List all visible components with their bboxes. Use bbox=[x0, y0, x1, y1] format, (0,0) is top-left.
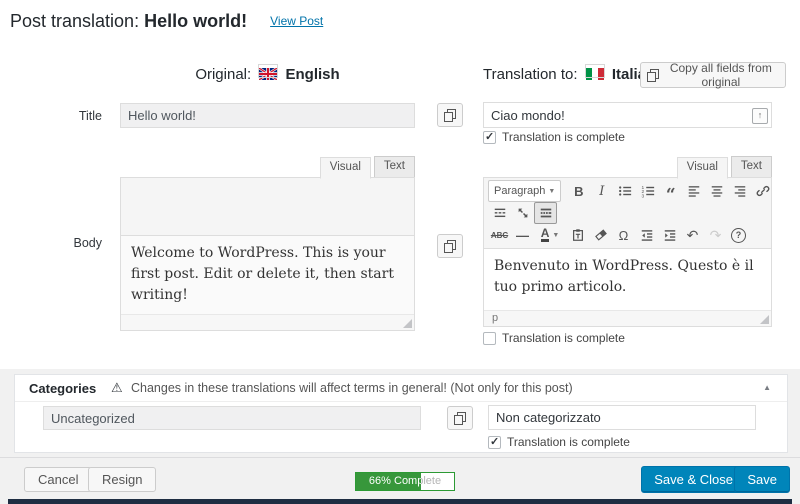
body-original-content: Welcome to WordPress. This is your first… bbox=[121, 236, 414, 314]
categories-complete-label: Translation is complete bbox=[507, 435, 630, 449]
original-language: English bbox=[285, 66, 340, 83]
post-title: Hello world! bbox=[144, 11, 248, 31]
chevron-down-icon: ▼ bbox=[548, 187, 556, 195]
categories-original-input bbox=[43, 406, 421, 430]
indent-icon[interactable] bbox=[658, 224, 681, 246]
tab-visual[interactable]: Visual bbox=[676, 157, 728, 179]
copy-icon bbox=[444, 109, 456, 122]
categories-warning-text: Changes in these translations will affec… bbox=[131, 381, 573, 395]
categories-complete-row[interactable]: Translation is complete bbox=[488, 435, 630, 449]
body-translation-editor: Paragraph ▼ B I 123 “ ABC — A ▼ Ω ↶ ↷ ? … bbox=[483, 177, 772, 327]
save-button[interactable]: Save bbox=[734, 466, 790, 493]
link-icon[interactable] bbox=[751, 180, 774, 202]
copy-icon bbox=[454, 412, 466, 425]
body-translation-content[interactable]: Benvenuto in WordPress. Questo è il tuo … bbox=[484, 249, 771, 310]
read-more-tag-icon[interactable] bbox=[488, 202, 511, 224]
translation-column-heading: Translation to: Italian bbox=[483, 64, 655, 86]
view-post-link[interactable]: View Post bbox=[270, 14, 323, 28]
body-copy-field-button[interactable] bbox=[437, 234, 463, 258]
align-center-icon[interactable] bbox=[705, 180, 728, 202]
fullscreen-icon[interactable] bbox=[511, 202, 534, 224]
original-editor-toolbar bbox=[121, 178, 414, 236]
tab-text[interactable]: Text bbox=[730, 156, 772, 178]
redo-icon[interactable]: ↷ bbox=[704, 224, 727, 246]
body-complete-row[interactable]: Translation is complete bbox=[483, 331, 625, 345]
original-editor-tabs: Visual Text bbox=[120, 156, 415, 179]
input-extension-icon[interactable]: ↑ bbox=[752, 108, 768, 124]
title-complete-row[interactable]: Translation is complete bbox=[483, 130, 625, 144]
cancel-button[interactable]: Cancel bbox=[24, 467, 93, 492]
outdent-icon[interactable] bbox=[635, 224, 658, 246]
align-left-icon[interactable] bbox=[682, 180, 705, 202]
original-column-heading: Original: English bbox=[120, 64, 415, 86]
translation-editor-tabs: Visual Text bbox=[483, 156, 772, 179]
categories-copy-field-button[interactable] bbox=[447, 406, 473, 430]
admin-bar-strip bbox=[8, 499, 792, 504]
translation-editor-toolbar: Paragraph ▼ B I 123 “ ABC — A ▼ Ω ↶ ↷ ? bbox=[484, 178, 771, 249]
align-right-icon[interactable] bbox=[728, 180, 751, 202]
special-character-icon[interactable]: Ω bbox=[612, 224, 635, 246]
blockquote-icon[interactable]: “ bbox=[659, 177, 682, 206]
page-title: Post translation: Hello world! View Post bbox=[10, 8, 323, 34]
resize-handle-icon[interactable] bbox=[403, 319, 412, 328]
copy-all-fields-button[interactable]: Copy all fields from original bbox=[640, 61, 786, 89]
save-and-close-button[interactable]: Save & Close bbox=[641, 466, 746, 493]
categories-translation-input[interactable] bbox=[488, 405, 756, 430]
title-complete-label: Translation is complete bbox=[502, 130, 625, 144]
paragraph-dropdown[interactable]: Paragraph ▼ bbox=[488, 180, 562, 202]
copy-icon bbox=[647, 69, 659, 82]
original-editor-statusbar bbox=[121, 314, 414, 330]
clear-formatting-icon[interactable] bbox=[589, 224, 612, 246]
copy-all-fields-label: Copy all fields from original bbox=[669, 61, 772, 89]
categories-metabox: Categories ⚠ Changes in these translatio… bbox=[14, 374, 788, 453]
body-field-label: Body bbox=[73, 236, 103, 250]
body-original-editor: Welcome to WordPress. This is your first… bbox=[120, 177, 415, 331]
progress-label: 66% Complete bbox=[368, 475, 421, 487]
title-original-input bbox=[120, 103, 415, 128]
body-complete-label: Translation is complete bbox=[502, 331, 625, 345]
body-complete-checkbox[interactable] bbox=[483, 331, 496, 345]
title-complete-checkbox[interactable] bbox=[483, 130, 496, 144]
progress-fill: 66% Complete bbox=[356, 473, 421, 490]
uk-flag-icon bbox=[258, 64, 279, 81]
text-color-icon[interactable]: A ▼ bbox=[534, 224, 566, 246]
editor-element-path: p bbox=[492, 312, 499, 324]
copy-icon bbox=[444, 240, 456, 253]
undo-icon[interactable]: ↶ bbox=[681, 224, 704, 246]
page-title-prefix: Post translation: bbox=[10, 11, 140, 31]
bold-icon[interactable]: B bbox=[567, 180, 590, 202]
translation-editor-statusbar: p bbox=[484, 310, 771, 326]
title-copy-field-button[interactable] bbox=[437, 103, 463, 127]
translation-to-label: Translation to: bbox=[483, 66, 578, 83]
tab-text[interactable]: Text bbox=[373, 156, 415, 178]
warning-icon: ⚠ bbox=[111, 380, 123, 395]
tab-visual[interactable]: Visual bbox=[319, 157, 371, 179]
paste-as-text-icon[interactable] bbox=[566, 224, 589, 246]
title-field-label: Title bbox=[78, 109, 102, 123]
categories-header: Categories ⚠ Changes in these translatio… bbox=[15, 375, 787, 402]
toolbar-toggle-icon[interactable] bbox=[534, 202, 557, 224]
resign-button[interactable]: Resign bbox=[88, 467, 157, 492]
horizontal-rule-icon[interactable]: — bbox=[511, 224, 534, 246]
collapse-toggle-icon[interactable]: ▲ bbox=[763, 383, 771, 392]
strikethrough-icon[interactable]: ABC bbox=[488, 224, 511, 246]
italic-icon[interactable]: I bbox=[590, 180, 613, 202]
title-translation-input[interactable] bbox=[483, 102, 772, 128]
svg-text:3: 3 bbox=[641, 194, 644, 198]
categories-title: Categories bbox=[29, 381, 97, 396]
progress-bar: 66% Complete 66% Complete bbox=[355, 472, 455, 491]
original-label: Original: bbox=[195, 66, 252, 83]
resize-handle-icon[interactable] bbox=[760, 315, 769, 324]
categories-complete-checkbox[interactable] bbox=[488, 435, 501, 449]
chevron-down-icon: ▼ bbox=[552, 231, 560, 239]
numbered-list-icon[interactable]: 123 bbox=[636, 180, 659, 202]
bullet-list-icon[interactable] bbox=[613, 180, 636, 202]
help-icon[interactable]: ? bbox=[727, 224, 750, 246]
italy-flag-icon bbox=[584, 64, 605, 80]
